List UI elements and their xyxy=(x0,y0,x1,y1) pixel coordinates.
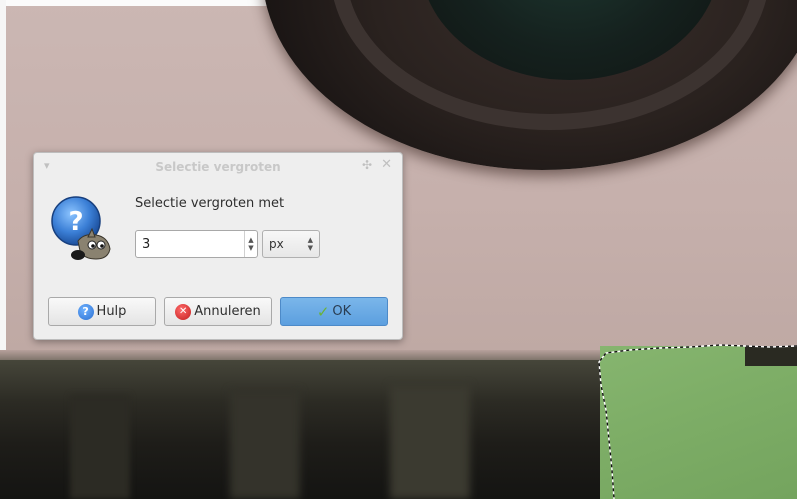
grow-amount-input[interactable] xyxy=(136,231,244,257)
window-menu-icon[interactable]: ▾ xyxy=(44,159,50,172)
checkmark-icon: ✓ xyxy=(316,302,330,321)
cancel-button-label: Annuleren xyxy=(194,304,261,319)
unit-value: px xyxy=(269,237,284,251)
unit-selector[interactable]: px ▲ ▼ xyxy=(262,230,320,258)
help-button-label: Hulp xyxy=(96,304,127,319)
close-icon[interactable]: ✕ xyxy=(381,157,392,172)
grow-amount-spinbutton: ▲ ▼ xyxy=(135,230,258,258)
question-wilber-icon: ? xyxy=(51,196,111,260)
spin-arrows[interactable]: ▲ ▼ xyxy=(244,231,257,257)
dialog-titlebar[interactable]: ▾ Selectie vergroten ✣ ✕ xyxy=(34,153,402,181)
dialog-title: Selectie vergroten xyxy=(155,160,281,174)
ok-button-label: OK xyxy=(332,304,352,319)
spin-down-icon[interactable]: ▼ xyxy=(248,244,253,252)
help-button[interactable]: ? Hulp xyxy=(48,297,156,326)
spin-up-icon[interactable]: ▲ xyxy=(248,236,253,244)
ok-button[interactable]: ✓ OK xyxy=(280,297,388,326)
cancel-icon: ✕ xyxy=(175,303,192,320)
grow-selection-dialog: ▾ Selectie vergroten ✣ ✕ ? Selectie verg… xyxy=(33,152,403,340)
sticky-icon[interactable]: ✣ xyxy=(362,158,372,172)
svg-text:?: ? xyxy=(68,207,83,237)
chevron-updown-icon: ▲ ▼ xyxy=(307,236,313,252)
cancel-button[interactable]: ✕ Annuleren xyxy=(164,297,272,326)
help-icon: ? xyxy=(77,303,94,320)
grow-amount-label: Selectie vergroten met xyxy=(135,196,285,211)
